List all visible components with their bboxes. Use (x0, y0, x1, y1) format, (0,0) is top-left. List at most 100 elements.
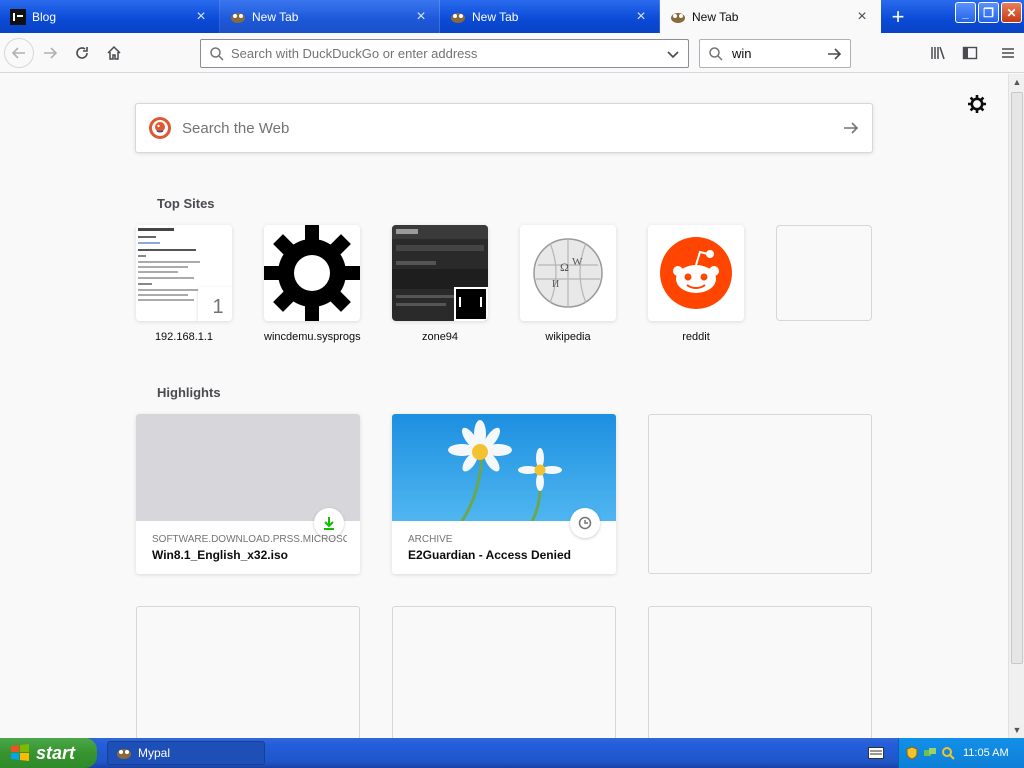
search-field-value: win (732, 46, 752, 61)
security-shield-icon[interactable] (905, 746, 919, 760)
gear-icon (968, 95, 986, 113)
gear-logo-icon (264, 225, 360, 321)
card-context: SOFTWARE.DOWNLOAD.PRSS.MICROSOF... (152, 534, 347, 545)
tab-blog[interactable]: Blog × (0, 0, 220, 33)
start-button[interactable]: start (0, 738, 97, 768)
close-window-button[interactable]: ✕ (1001, 2, 1022, 23)
top-site-zone94[interactable]: zone94 (392, 225, 488, 343)
scroll-up-arrow-icon[interactable]: ▲ (1009, 74, 1024, 90)
system-clock[interactable]: 11:05 AM (963, 747, 1009, 759)
reddit-logo-icon (660, 237, 732, 309)
close-tab-icon[interactable]: × (193, 8, 209, 25)
scroll-down-arrow-icon[interactable]: ▼ (1009, 722, 1024, 738)
network-icon[interactable] (923, 746, 937, 760)
highlight-placeholder (392, 606, 616, 738)
card-context: ARCHIVE (408, 534, 453, 545)
top-site-thumbnail (392, 225, 488, 321)
wikipedia-globe-icon: Ω W И (533, 238, 603, 308)
start-label: start (36, 742, 76, 763)
top-site-reddit[interactable]: reddit (648, 225, 744, 343)
back-button[interactable] (4, 37, 34, 68)
forward-button[interactable] (34, 37, 66, 69)
minimize-button[interactable]: _ (955, 2, 976, 23)
window-controls: _ ❐ ✕ (955, 2, 1024, 23)
address-placeholder: Search with DuckDuckGo or enter address (231, 46, 478, 61)
web-search-box[interactable]: Search the Web (135, 103, 873, 153)
address-bar[interactable]: Search with DuckDuckGo or enter address (200, 39, 689, 68)
tab-new-tab[interactable]: New Tab × (440, 0, 660, 33)
top-site-label: 192.168.1.1 (154, 331, 214, 343)
hamburger-menu-icon (1002, 48, 1014, 58)
page-scrollbar[interactable]: ▲ ▼ (1008, 74, 1024, 738)
tab-new-tab[interactable]: New Tab × (220, 0, 440, 33)
search-icon (709, 46, 723, 61)
tab-label: New Tab (472, 9, 519, 24)
top-site-thumbnail: 1 (136, 225, 232, 321)
search-bar[interactable]: win (699, 39, 851, 68)
clock-icon (578, 516, 592, 530)
back-arrow-icon (11, 46, 25, 59)
reload-icon (76, 46, 88, 59)
library-icon (931, 46, 945, 60)
top-site-label: reddit (682, 331, 710, 343)
forward-arrow-icon (44, 46, 58, 59)
top-site-thumbnail: Ω W И (520, 225, 616, 321)
highlight-placeholder (648, 606, 872, 738)
top-site-192-168-1-1[interactable]: 1 192.168.1.1 (136, 225, 232, 343)
home-button[interactable] (98, 37, 130, 69)
sidebar-button[interactable] (954, 37, 986, 69)
toolbar-right (922, 37, 1024, 69)
taskbar-item-label: Mypal (138, 746, 171, 760)
card-title: Win8.1_English_x32.iso (152, 548, 288, 562)
tab-label: New Tab (692, 9, 739, 24)
tab-label: Blog (32, 9, 57, 24)
mypal-favicon-icon (117, 749, 131, 759)
navigation-toolbar: Search with DuckDuckGo or enter address … (0, 33, 1024, 73)
close-tab-icon[interactable]: × (413, 8, 429, 25)
mypal-favicon-icon (450, 9, 466, 25)
daisy-wallpaper-image (392, 414, 616, 521)
mypal-favicon-icon (230, 9, 246, 25)
sidebar-icon (962, 46, 978, 60)
svg-text:Ω: Ω (560, 260, 569, 274)
chevron-down-icon[interactable] (666, 47, 680, 61)
highlight-placeholder (136, 606, 360, 738)
highlights-heading: Highlights (157, 385, 221, 400)
menu-button[interactable] (992, 37, 1024, 69)
close-tab-icon[interactable]: × (633, 8, 649, 25)
blog-favicon-icon (10, 8, 26, 25)
svg-text:И: И (552, 279, 559, 290)
search-tray-icon[interactable] (941, 746, 955, 760)
duckduckgo-icon (149, 117, 171, 139)
scrollbar-thumb[interactable] (1011, 92, 1023, 664)
reload-button[interactable] (66, 37, 98, 69)
top-site-placeholder (776, 225, 872, 321)
search-submit-arrow-icon[interactable] (842, 119, 860, 137)
page-settings-button[interactable] (967, 94, 987, 114)
top-sites-heading: Top Sites (157, 196, 215, 211)
top-site-wikipedia[interactable]: Ω W И wikipedia (520, 225, 616, 343)
top-site-thumbnail (264, 225, 360, 321)
top-site-empty-slot[interactable] (776, 225, 872, 331)
home-icon (107, 45, 121, 60)
mypal-favicon-icon (670, 9, 686, 25)
top-site-label: wincdemu.sysprogs (264, 331, 361, 343)
library-button[interactable] (922, 37, 954, 69)
tab-new-tab-active[interactable]: New Tab × (660, 0, 881, 33)
card-preview (136, 414, 360, 521)
maximize-button[interactable]: ❐ (978, 2, 999, 23)
tab-strip: Blog × New Tab × New Tab × New Tab × + _… (0, 0, 1024, 33)
taskbar-item-mypal[interactable]: Mypal (107, 741, 265, 765)
web-search-placeholder: Search the Web (182, 119, 290, 137)
zone94-page-screenshot (392, 225, 488, 321)
go-arrow-icon[interactable] (826, 46, 842, 62)
highlight-card-download[interactable]: SOFTWARE.DOWNLOAD.PRSS.MICROSOF... Win8.… (136, 414, 360, 574)
keyboard-icon[interactable] (868, 747, 884, 759)
system-tray: 11:05 AM (898, 738, 1024, 768)
highlight-card-archive[interactable]: ARCHIVE E2Guardian - Access Denied (392, 414, 616, 574)
card-preview (392, 414, 616, 521)
windows-logo-icon (11, 744, 29, 761)
new-tab-button[interactable]: + (881, 0, 915, 33)
close-tab-icon[interactable]: × (854, 8, 870, 25)
top-site-wincdemu[interactable]: wincdemu.sysprogs (264, 225, 361, 343)
